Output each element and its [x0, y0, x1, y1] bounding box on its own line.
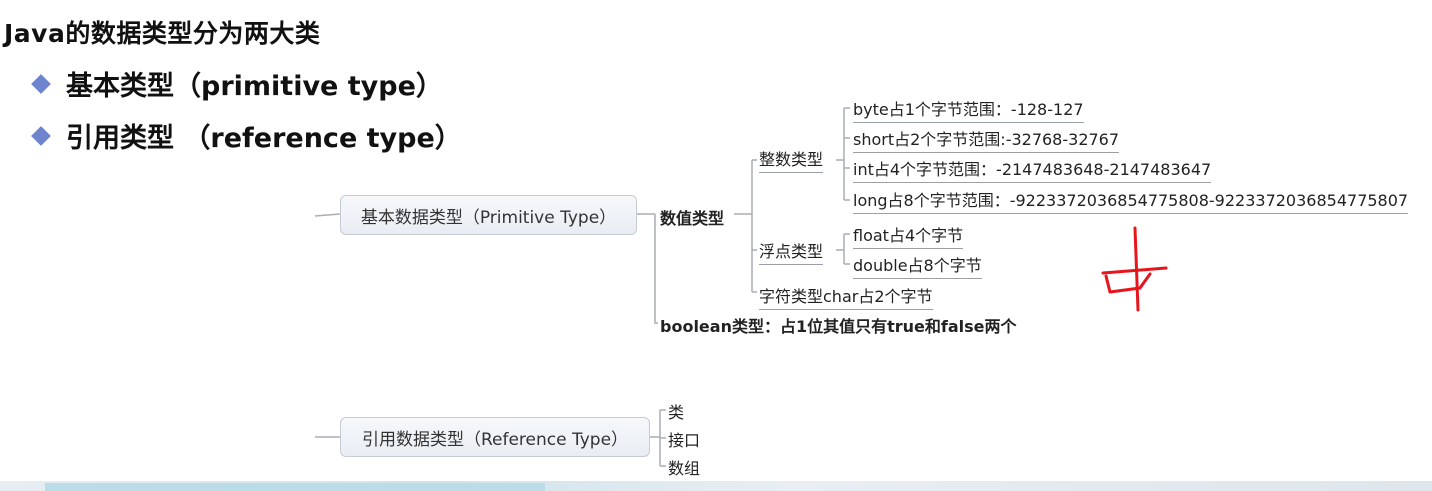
- pen-annotation: [1101, 226, 1168, 312]
- bottom-progress-fill: [45, 483, 545, 491]
- bottom-progress-bar: [0, 481, 1432, 491]
